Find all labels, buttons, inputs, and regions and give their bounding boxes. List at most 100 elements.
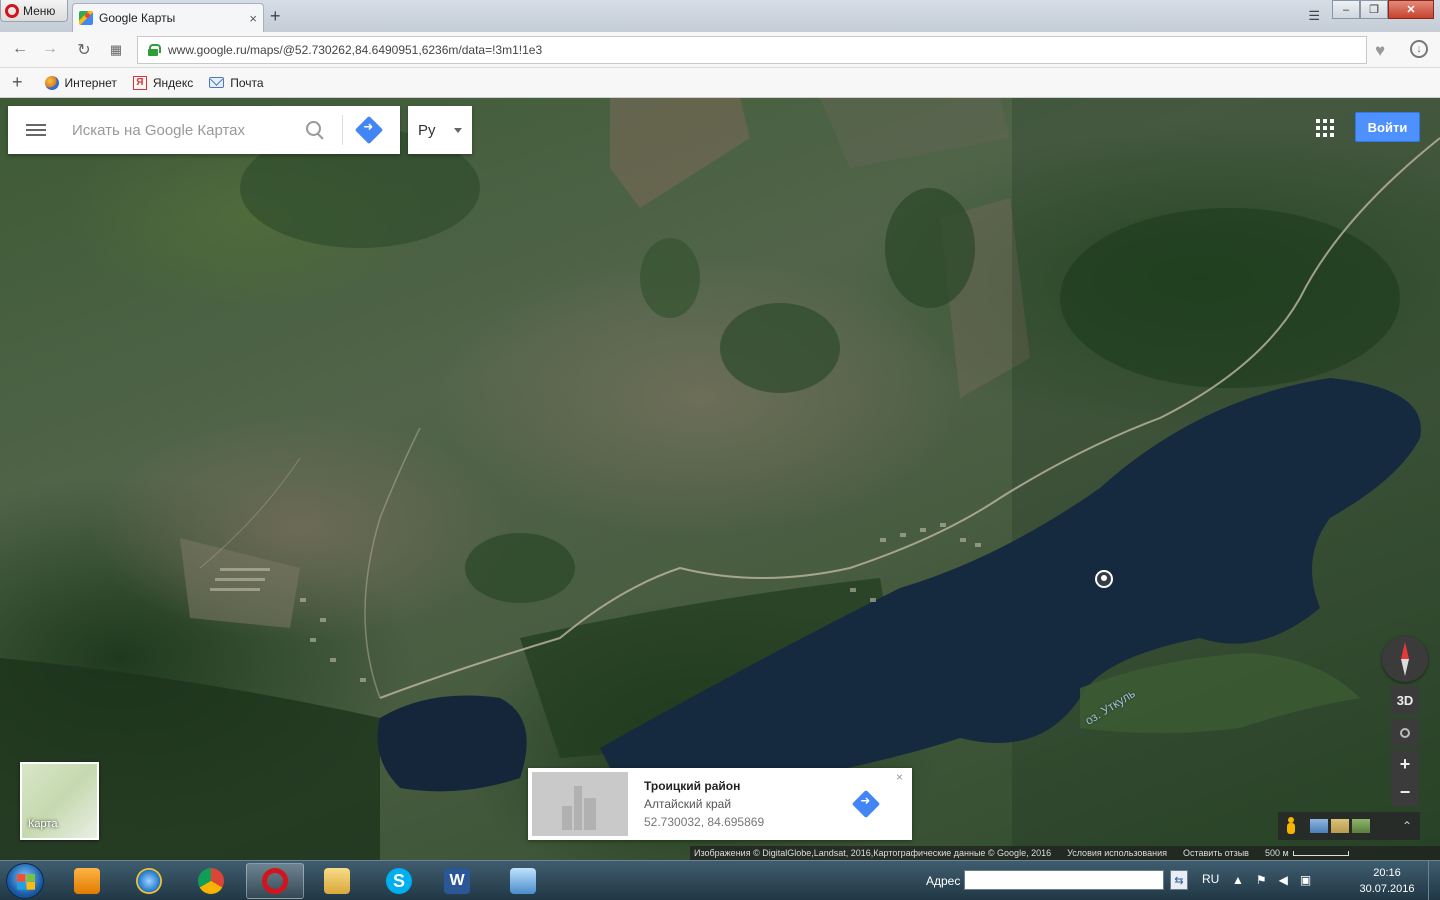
taskbar-skype[interactable]: S bbox=[370, 863, 428, 899]
new-tab-button[interactable]: + bbox=[270, 6, 281, 27]
my-location-button[interactable] bbox=[1391, 719, 1419, 747]
clock-date: 30.07.2016 bbox=[1359, 883, 1415, 895]
bookmark-label: Яндекс bbox=[152, 75, 194, 90]
taskbar-internet-explorer[interactable] bbox=[120, 863, 178, 899]
network-icon[interactable]: ▣ bbox=[1300, 873, 1311, 887]
system-tray: ▲ ⚑ ◀ ▣ bbox=[1232, 873, 1311, 887]
directions-icon[interactable] bbox=[354, 115, 384, 145]
satellite-imagery bbox=[0, 98, 1440, 860]
system-clock[interactable]: 20:16 30.07.2016 bbox=[1352, 865, 1422, 897]
place-marker-icon[interactable] bbox=[1095, 570, 1113, 588]
expand-up-icon[interactable]: ⌃ bbox=[1402, 819, 1412, 833]
bookmark-internet[interactable]: Интернет bbox=[44, 75, 117, 90]
taskbar-word[interactable]: W bbox=[428, 863, 486, 899]
language-value: Ру bbox=[418, 121, 436, 139]
imagery-thumb-sky[interactable] bbox=[1310, 819, 1328, 833]
address-go-icon[interactable]: ⇆ bbox=[1170, 870, 1188, 890]
place-subtitle: Алтайский край bbox=[644, 797, 732, 811]
show-desktop-button[interactable] bbox=[1428, 861, 1440, 900]
tab-close-icon[interactable]: × bbox=[249, 11, 257, 26]
close-window-button[interactable]: ✕ bbox=[1388, 0, 1434, 19]
scale-bar bbox=[1292, 850, 1349, 856]
place-info-card[interactable]: Троицкий район Алтайский край 52.730032,… bbox=[528, 768, 912, 840]
maps-search-input[interactable] bbox=[72, 121, 298, 139]
browser-navbar: ← → ↻ ▦ www.google.ru/maps/@52.730262,84… bbox=[0, 32, 1440, 68]
windows-taskbar: S W Адрес ⇆ RU ▲ ⚑ ◀ ▣ 20:16 30.07.2016 bbox=[0, 860, 1440, 900]
back-arrow-icon[interactable]: ← bbox=[10, 40, 30, 58]
reload-icon[interactable]: ↻ bbox=[74, 40, 94, 60]
pegman-icon[interactable] bbox=[1286, 817, 1296, 835]
terms-link[interactable]: Условия использования bbox=[1067, 848, 1167, 858]
taskbar-photo-viewer[interactable] bbox=[494, 863, 552, 899]
input-language-indicator[interactable]: RU bbox=[1202, 872, 1219, 886]
minimize-button[interactable]: – bbox=[1332, 0, 1360, 19]
scale-indicator[interactable]: 500 м bbox=[1265, 848, 1349, 858]
address-bar[interactable]: www.google.ru/maps/@52.730262,84.6490951… bbox=[137, 36, 1367, 64]
browser-tab-google-maps[interactable]: Google Карты × bbox=[72, 3, 264, 32]
imagery-thumbnails[interactable] bbox=[1310, 819, 1370, 833]
search-icon[interactable] bbox=[306, 121, 324, 139]
start-button[interactable] bbox=[6, 863, 44, 899]
close-icon[interactable]: × bbox=[896, 770, 903, 784]
add-bookmark-icon[interactable]: + bbox=[12, 72, 23, 93]
forward-arrow-icon[interactable]: → bbox=[40, 40, 60, 58]
directions-icon[interactable] bbox=[851, 789, 881, 819]
imagery-thumb-field[interactable] bbox=[1331, 819, 1349, 833]
bookmarks-bar: + Интернет Я Яндекс Почта bbox=[0, 68, 1440, 98]
compass-needle-icon bbox=[1401, 642, 1409, 676]
action-center-flag-icon[interactable]: ⚑ bbox=[1256, 873, 1267, 887]
photo-viewer-icon bbox=[510, 868, 536, 894]
bookmark-yandex[interactable]: Я Яндекс bbox=[132, 75, 194, 90]
tray-expand-icon[interactable]: ▲ bbox=[1232, 873, 1244, 887]
google-apps-icon[interactable] bbox=[1316, 119, 1334, 137]
bookmark-mail[interactable]: Почта bbox=[209, 76, 264, 90]
imagery-thumb-terrain[interactable] bbox=[1352, 819, 1370, 833]
speed-dial-grid-icon[interactable]: ▦ bbox=[106, 42, 126, 58]
place-title[interactable]: Троицкий район bbox=[644, 779, 740, 793]
download-icon[interactable]: ↓ bbox=[1410, 40, 1428, 58]
internet-explorer-icon bbox=[136, 868, 162, 894]
place-thumbnail[interactable] bbox=[532, 772, 628, 836]
imagery-credit: Изображения © DigitalGlobe,Landsat, 2016… bbox=[694, 848, 1052, 858]
skype-icon: S bbox=[386, 868, 412, 894]
hamburger-menu-icon[interactable] bbox=[26, 121, 46, 139]
map-type-label: Карта bbox=[28, 818, 58, 830]
bookmark-label: Интернет bbox=[64, 75, 117, 90]
opera-menu-button[interactable]: Меню bbox=[0, 0, 68, 22]
maps-search-box bbox=[8, 106, 400, 154]
maximize-button[interactable]: ❐ bbox=[1360, 0, 1388, 19]
taskbar-chrome[interactable] bbox=[182, 863, 240, 899]
zoom-in-button[interactable]: + bbox=[1391, 750, 1419, 778]
language-select[interactable]: Ру bbox=[408, 106, 472, 154]
sign-in-button[interactable]: Войти bbox=[1355, 112, 1420, 142]
mail-icon bbox=[209, 77, 225, 88]
taskbar-opera[interactable] bbox=[246, 863, 304, 899]
search-divider bbox=[342, 115, 343, 145]
google-maps-favicon-icon bbox=[79, 11, 93, 25]
address-toolbar-input[interactable] bbox=[964, 870, 1164, 890]
building-icon bbox=[562, 786, 602, 830]
satellite-map[interactable]: оз. Уткуль bbox=[0, 98, 1440, 860]
browser-titlebar: Меню Google Карты × + ☰ – ❐ ✕ bbox=[0, 0, 1440, 32]
window-controls: – ❐ ✕ bbox=[1332, 0, 1434, 19]
yandex-icon: Я bbox=[132, 75, 147, 90]
scale-label: 500 м bbox=[1264, 848, 1289, 858]
tab-title: Google Карты bbox=[99, 11, 176, 25]
folder-icon bbox=[324, 868, 350, 894]
taskbar-media-player[interactable] bbox=[58, 863, 116, 899]
compass-control[interactable] bbox=[1382, 636, 1428, 682]
taskbar-explorer[interactable] bbox=[308, 863, 366, 899]
clock-time: 20:16 bbox=[1373, 867, 1401, 879]
tab-list-icon[interactable]: ☰ bbox=[1308, 8, 1320, 24]
map-type-toggle[interactable]: Карта bbox=[20, 762, 99, 840]
volume-icon[interactable]: ◀ bbox=[1279, 873, 1288, 887]
zoom-out-button[interactable]: − bbox=[1391, 778, 1419, 806]
my-location-icon bbox=[1400, 728, 1410, 738]
feedback-link[interactable]: Оставить отзыв bbox=[1183, 848, 1249, 858]
3d-toggle-button[interactable]: 3D bbox=[1391, 686, 1419, 714]
chrome-icon bbox=[198, 868, 224, 894]
bookmark-heart-icon[interactable]: ♥ bbox=[1375, 41, 1385, 61]
url-text[interactable]: www.google.ru/maps/@52.730262,84.6490951… bbox=[168, 43, 542, 57]
map-attribution: Изображения © DigitalGlobe,Landsat, 2016… bbox=[690, 846, 1440, 860]
place-coordinates: 52.730032, 84.695869 bbox=[644, 815, 765, 829]
